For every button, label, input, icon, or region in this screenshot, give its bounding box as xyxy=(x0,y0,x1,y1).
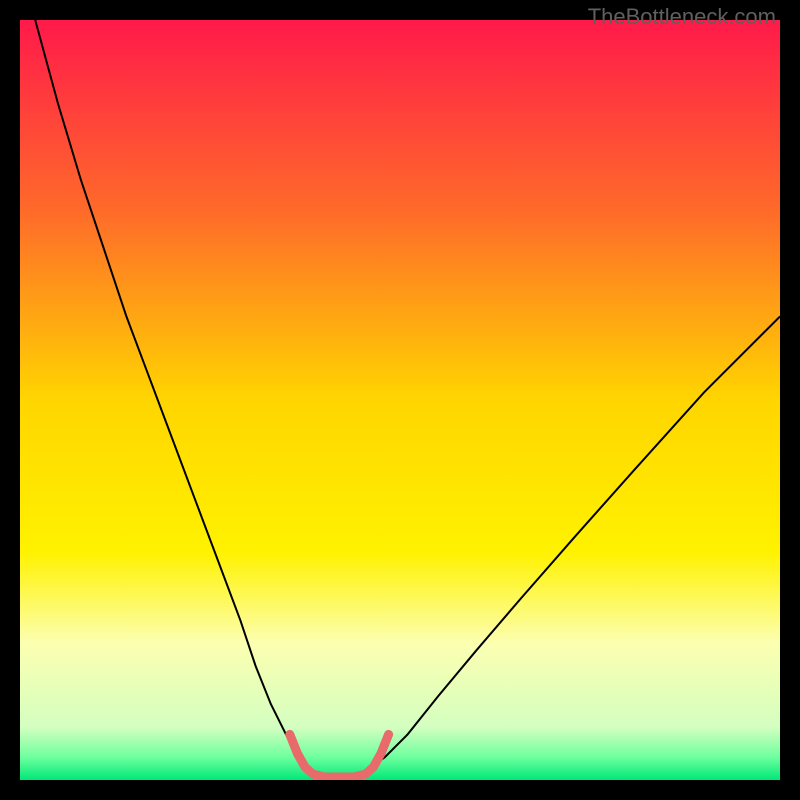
bottleneck-chart xyxy=(20,20,780,780)
watermark-text: TheBottleneck.com xyxy=(588,4,776,30)
chart-svg xyxy=(20,20,780,780)
chart-background xyxy=(20,20,780,780)
